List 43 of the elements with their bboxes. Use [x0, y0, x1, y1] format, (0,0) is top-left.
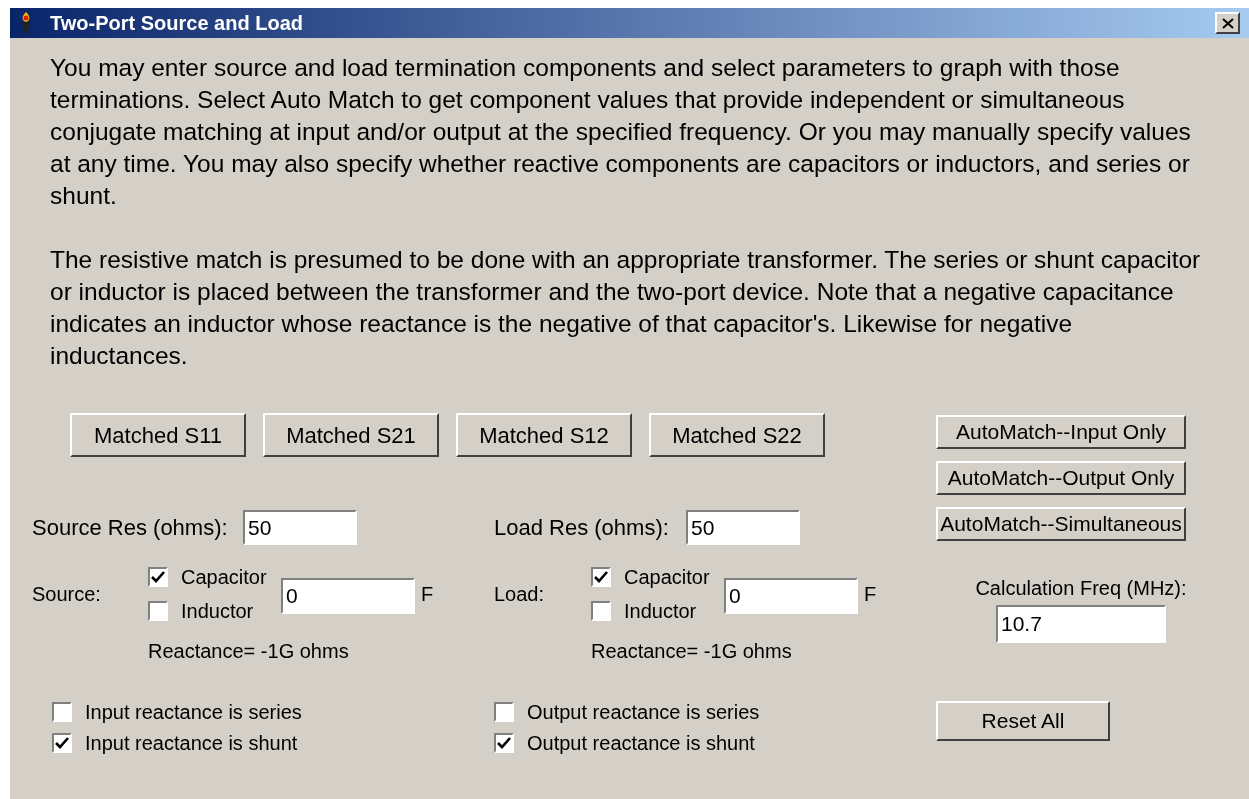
- automatch-button[interactable]: AutoMatch--Input Only: [936, 415, 1186, 449]
- checkbox-label: Inductor: [624, 599, 697, 624]
- checkbox[interactable]: [148, 567, 168, 587]
- checkbox-label: Output reactance is shunt: [527, 730, 755, 756]
- resistance-label: Source Res (ohms):: [32, 514, 229, 542]
- component-label: Load:: [494, 582, 546, 607]
- matched-button[interactable]: Matched S12: [456, 413, 632, 457]
- checkbox-label: Input reactance is series: [85, 699, 302, 725]
- reset-all-button[interactable]: Reset All: [936, 701, 1110, 741]
- component-value-field[interactable]: 0: [281, 578, 415, 614]
- checkbox[interactable]: [591, 567, 611, 587]
- automatch-button[interactable]: AutoMatch--Output Only: [936, 461, 1186, 495]
- checkbox[interactable]: [52, 732, 72, 753]
- matched-button[interactable]: Matched S21: [263, 413, 439, 457]
- automatch-button[interactable]: AutoMatch--Simultaneous: [936, 507, 1186, 541]
- component-label: Source:: [32, 582, 102, 607]
- resistance-field[interactable]: 50: [686, 510, 800, 545]
- checkbox-label: Inductor: [181, 599, 254, 624]
- reactance-text: Reactance= -1G ohms: [148, 639, 350, 660]
- checkbox-label: Capacitor: [624, 565, 710, 590]
- unit-label: F: [421, 582, 434, 607]
- reactance-text: Reactance= -1G ohms: [591, 639, 793, 660]
- checkbox-label: Output reactance is series: [527, 699, 760, 725]
- checkbox[interactable]: [591, 601, 611, 621]
- close-button[interactable]: [1215, 12, 1240, 34]
- instruction-paragraph: The resistive match is presumed to be done with an appropriate transformer. The series or shunt capacitor or inductor is placed between the transformer and the two-port device. Note that a negative capacitance indicates an inductor whose reactance is the negative of that capacitor's. Likewise for negative inductances.: [50, 245, 1202, 371]
- resistance-field[interactable]: 50: [243, 510, 357, 545]
- checkbox-label: Input reactance is shunt: [85, 730, 298, 756]
- checkbox[interactable]: [494, 732, 514, 753]
- component-value-field[interactable]: 0: [724, 578, 858, 614]
- checkbox[interactable]: [52, 701, 72, 722]
- frequency-label: Calculation Freq (MHz):: [975, 576, 1187, 601]
- resistance-label: Load Res (ohms):: [494, 514, 670, 542]
- checkbox[interactable]: [494, 701, 514, 722]
- close-icon: [1221, 17, 1234, 29]
- frequency-field[interactable]: 10.7: [996, 605, 1166, 643]
- instruction-paragraph: You may enter source and load termination components and select parameters to graph with those terminations. Select Auto Match to get component values that provide independent or simultaneous conjugate matching at input and/or output at the specified frequency. Or you may manually specify values at any time. You may also specify whether reactive components are capacitors or inductors, and series or shunt.: [50, 53, 1192, 211]
- window-title: Two-Port Source and Load: [50, 11, 303, 36]
- matched-button[interactable]: Matched S11: [70, 413, 246, 457]
- unit-label: F: [864, 582, 877, 607]
- checkbox-label: Capacitor: [181, 565, 267, 590]
- checkbox[interactable]: [148, 601, 168, 621]
- matched-button[interactable]: Matched S22: [649, 413, 825, 457]
